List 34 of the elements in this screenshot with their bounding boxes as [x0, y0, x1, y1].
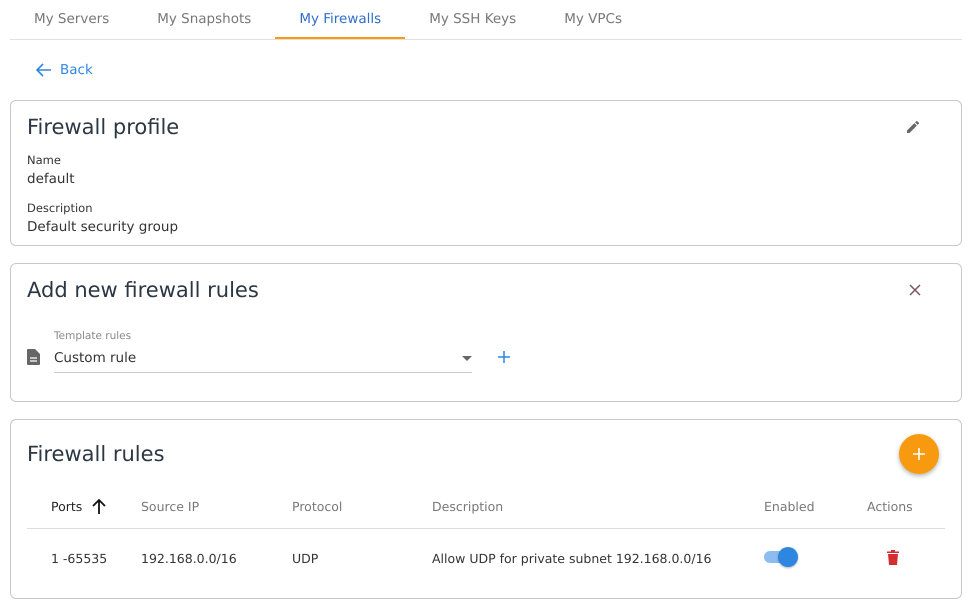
table-cell: 1 -65535: [51, 551, 108, 566]
card-title: Firewall rules: [27, 442, 165, 466]
column-header[interactable]: Protocol: [292, 498, 342, 514]
field-label: Description: [27, 201, 94, 215]
dropdown-caret-icon: [462, 356, 472, 360]
close-icon: [909, 284, 921, 296]
field-label: Name: [27, 153, 62, 167]
column-header[interactable]: Description: [432, 498, 504, 514]
table-cell: UDP: [292, 551, 318, 566]
document-icon: [27, 349, 40, 365]
field-value: default: [27, 171, 76, 187]
column-header[interactable]: Ports: [51, 498, 82, 514]
column-header[interactable]: Source IP: [141, 498, 200, 514]
column-header[interactable]: Actions: [867, 498, 913, 514]
table-cell: Allow UDP for private subnet 192.168.0.0/16: [432, 551, 712, 566]
back-link[interactable]: Back: [36, 62, 93, 78]
tab[interactable]: My Servers: [10, 0, 134, 39]
pencil-icon: [905, 119, 921, 135]
card-title: Add new firewall rules: [27, 278, 259, 302]
plus-icon: [498, 351, 510, 363]
tab[interactable]: My SSH Keys: [405, 0, 540, 39]
arrow-left-icon: [36, 63, 52, 77]
field-value: Default security group: [27, 219, 180, 235]
tab[interactable]: My Firewalls: [275, 0, 406, 39]
tab[interactable]: My VPCs: [540, 0, 646, 39]
plus-icon: [913, 448, 925, 460]
trash-icon[interactable]: [887, 550, 899, 564]
column-header[interactable]: Enabled: [764, 498, 815, 514]
template-select[interactable]: Template rules Custom rule: [54, 330, 472, 373]
tab[interactable]: My Snapshots: [133, 0, 276, 39]
card-title: Firewall profile: [27, 115, 180, 139]
table-cell: 192.168.0.0/16: [141, 551, 237, 566]
sort-arrow-up-icon[interactable]: [92, 498, 106, 514]
enabled-toggle[interactable]: [764, 547, 798, 567]
